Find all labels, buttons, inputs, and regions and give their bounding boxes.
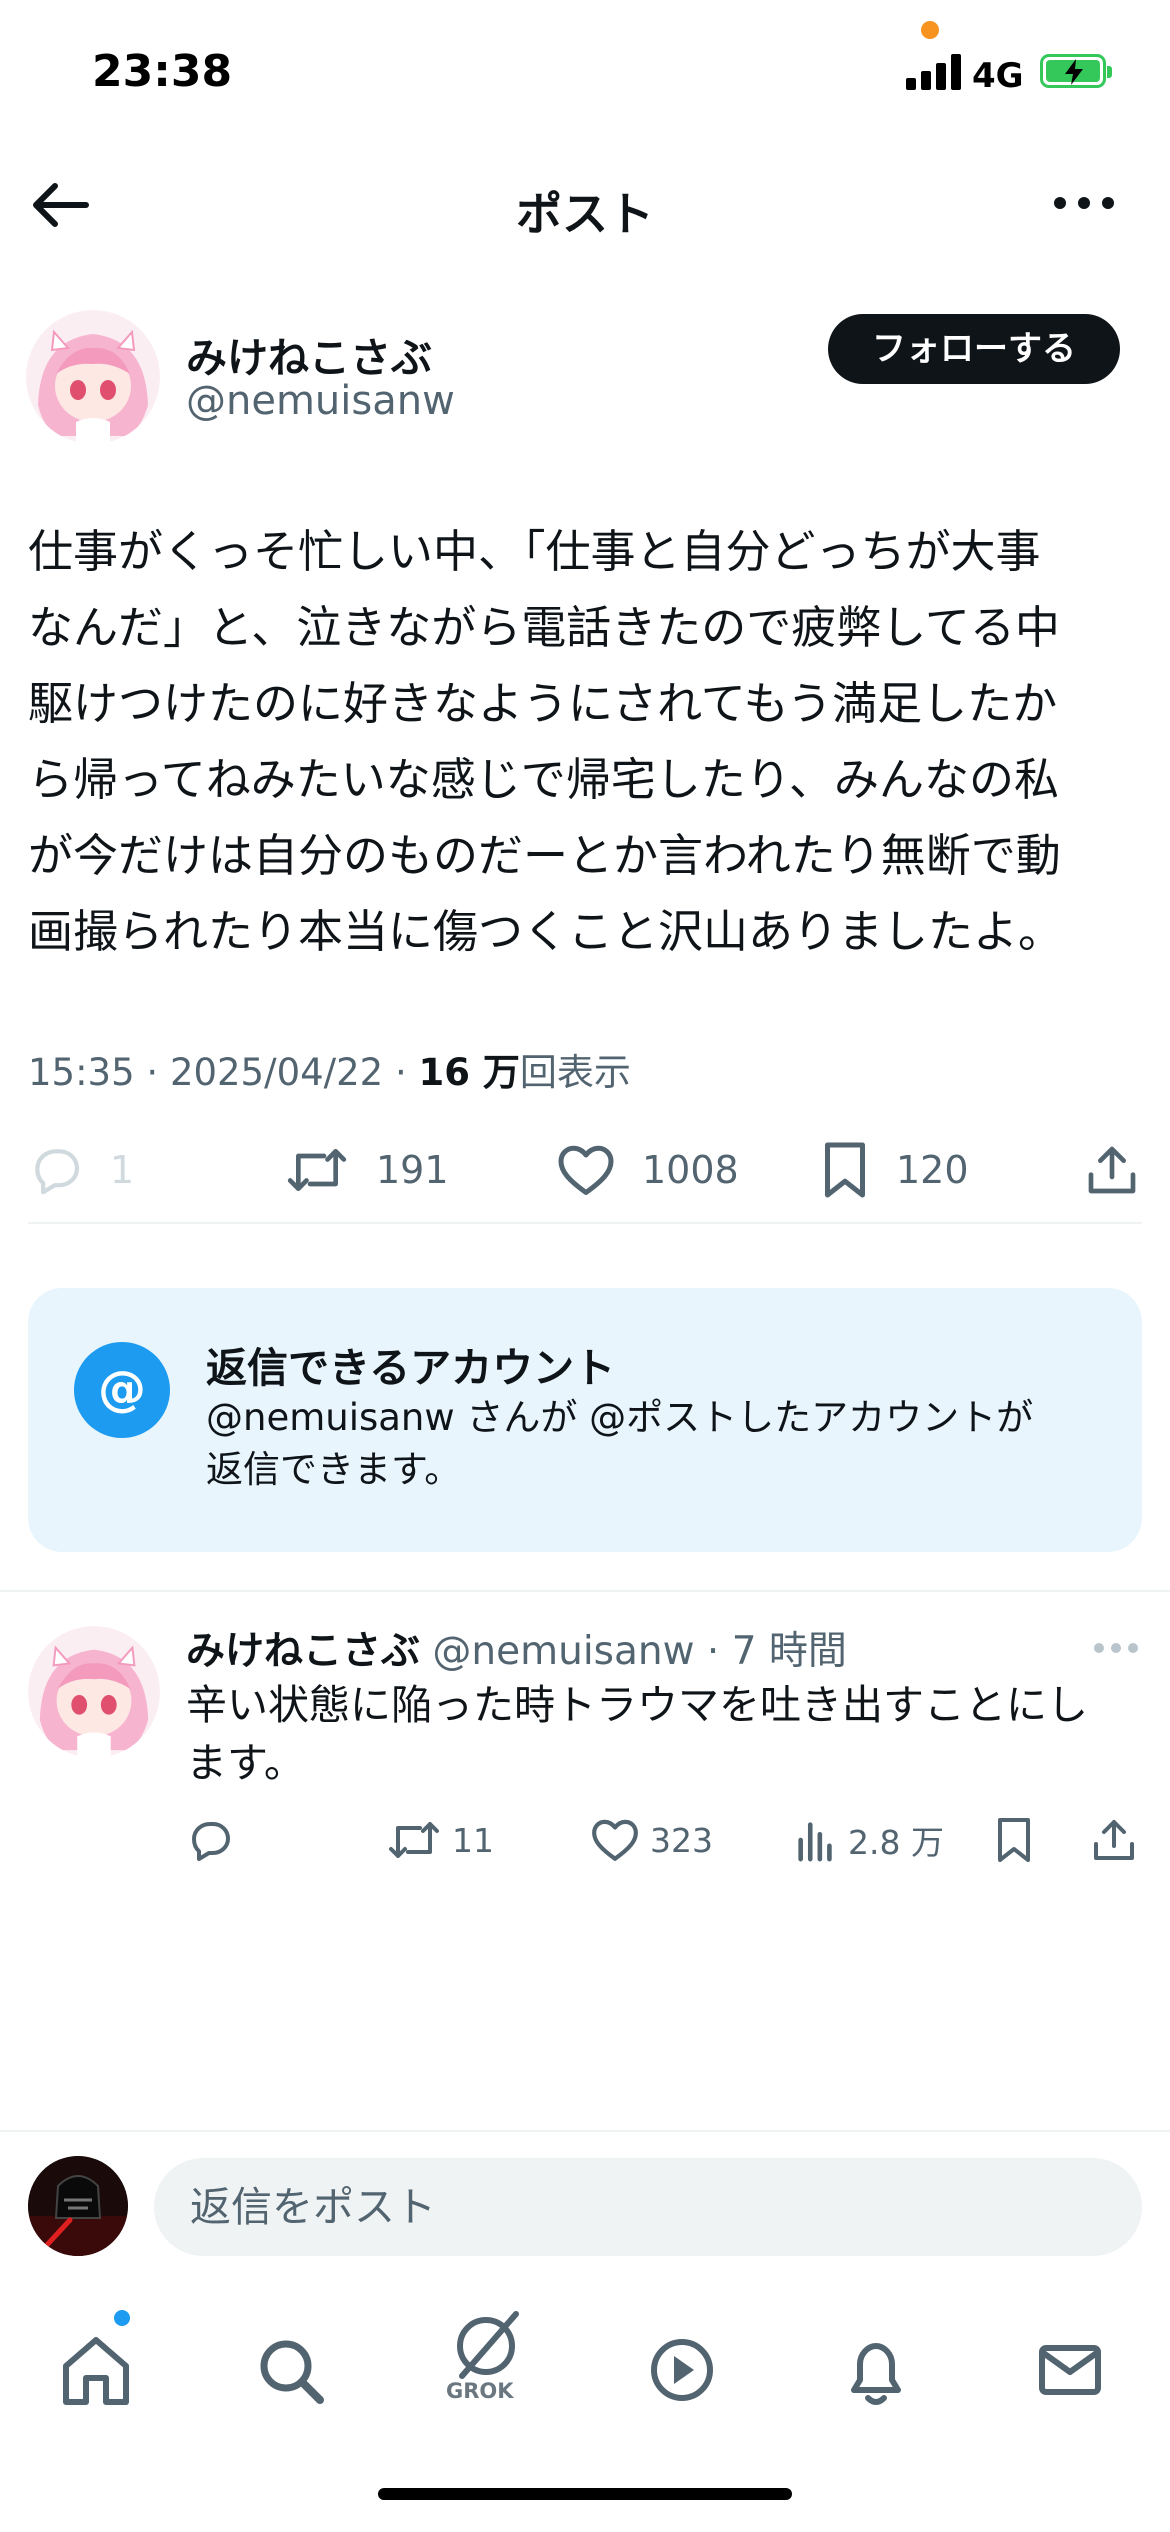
reply-like-action[interactable]: 323 — [590, 1810, 713, 1870]
reply-more-button[interactable] — [1092, 1640, 1140, 1654]
view-count[interactable]: 16 万 — [419, 1051, 520, 1094]
bookmark-icon — [825, 1142, 865, 1198]
nav-notifications[interactable] — [826, 2320, 926, 2420]
bookmark-icon — [998, 1818, 1030, 1862]
nav-video[interactable] — [632, 2320, 732, 2420]
section-divider — [0, 1590, 1170, 1592]
reply-text-line: ます。 — [186, 1739, 305, 1787]
reply-author-handle[interactable]: @nemuisanw — [432, 1629, 694, 1674]
reply-author-name[interactable]: みけねこさぶ — [186, 1629, 420, 1674]
search-icon — [260, 2340, 324, 2404]
reply-icon — [35, 1149, 80, 1195]
views-icon — [798, 1822, 832, 1862]
more-options-button[interactable] — [1052, 188, 1116, 218]
signal-icon — [906, 54, 962, 90]
reply-count: 1 — [110, 1148, 135, 1192]
reply-repost-count: 11 — [452, 1820, 494, 1860]
reply-input[interactable]: 返信をポスト — [154, 2158, 1142, 2256]
like-count: 1008 — [642, 1148, 739, 1192]
video-icon — [651, 2339, 713, 2401]
repost-count: 191 — [376, 1148, 449, 1192]
post-text-line: なんだ」と、泣きながら電話きたので疲弊してる中 — [28, 601, 1060, 654]
share-icon — [1088, 1146, 1136, 1194]
repost-action[interactable]: 191 — [284, 1130, 449, 1210]
post-text: 仕事がくっそ忙しい中、「仕事と自分どっちが大事 なんだ」と、泣きながら電話きたの… — [28, 514, 1148, 970]
status-bar: 23:38 4G — [0, 0, 1170, 140]
view-count-label: 回表示 — [519, 1051, 631, 1094]
mail-icon — [1039, 2345, 1101, 2395]
bookmark-count: 120 — [896, 1148, 969, 1192]
at-icon: @ — [74, 1342, 170, 1438]
post-date: 2025/04/22 — [169, 1051, 384, 1094]
more-icon — [1054, 197, 1114, 209]
reply-text: 辛い状態に陥った時トラウマを吐き出すことにし ます。 — [186, 1676, 1136, 1792]
bottom-nav — [0, 2280, 1170, 2480]
repost-icon — [287, 1149, 347, 1191]
card-text-line: 返信できます。 — [206, 1448, 462, 1491]
repost-icon — [389, 1822, 439, 1858]
nav-search[interactable] — [240, 2320, 340, 2420]
reply-views-action[interactable]: 2.8 万 — [794, 1810, 944, 1870]
reply-repost-action[interactable]: 11 — [386, 1810, 494, 1870]
post-meta: 15:35 · 2025/04/22 · 16 万回表示 — [28, 1051, 631, 1094]
nav-messages[interactable] — [1020, 2320, 1120, 2420]
divider — [28, 1222, 1142, 1224]
author-name[interactable]: みけねこさぶ — [186, 324, 432, 384]
reply-text-line: 辛い状態に陥った時トラウマを吐き出すことにし — [186, 1681, 1088, 1729]
grok-label: GROK — [446, 2379, 514, 2403]
reply-age: 7 時間 — [731, 1629, 847, 1674]
reply-author-avatar[interactable] — [28, 1626, 160, 1758]
post-text-line: ら帰ってねみたいな感じで帰宅したり、みんなの私 — [28, 753, 1059, 806]
bookmark-action[interactable]: 120 — [820, 1130, 969, 1210]
reply-reply-action[interactable] — [186, 1810, 244, 1870]
like-icon — [592, 1819, 638, 1861]
home-icon — [63, 2337, 129, 2405]
status-time: 23:38 — [92, 46, 233, 97]
post-time: 15:35 — [28, 1051, 135, 1094]
card-title: 返信できるアカウント — [206, 1344, 616, 1392]
page-title: ポスト — [516, 187, 654, 241]
reply-bookmark-action[interactable] — [994, 1810, 1044, 1870]
my-avatar[interactable] — [28, 2156, 128, 2256]
reply-view-count: 2.8 万 — [848, 1823, 944, 1862]
post-text-line: 駆けつけたのに好きなようにされてもう満足したか — [28, 677, 1058, 730]
reply-header: みけねこさぶ @nemuisanw · 7 時間 — [186, 1629, 847, 1674]
post-text-line: が今だけは自分のものだーとか言われたり無断で動 — [28, 829, 1061, 882]
compose-divider — [0, 2130, 1170, 2132]
author-handle[interactable]: @nemuisanw — [186, 378, 455, 424]
network-label: 4G — [972, 56, 1024, 96]
bell-icon — [851, 2343, 901, 2405]
reply-like-count: 323 — [650, 1820, 713, 1860]
post-text-line: 仕事がくっそ忙しい中、「仕事と自分どっちが大事 — [28, 525, 1041, 578]
post-text-line: 画撮られたり本当に傷つくこと沢山ありましたよ。 — [28, 905, 1064, 958]
like-icon — [558, 1145, 614, 1195]
reply-icon — [192, 1822, 230, 1861]
like-action[interactable]: 1008 — [556, 1130, 739, 1210]
reply-actions: 11 323 2.8 万 — [186, 1810, 1146, 1870]
card-text: @nemuisanw さんが @ポストしたアカウントが 返信できます。 — [206, 1392, 1106, 1496]
nav-home[interactable] — [46, 2320, 146, 2420]
more-icon — [1094, 1643, 1138, 1653]
reply-permissions-card: @ 返信できるアカウント @nemuisanw さんが @ポストしたアカウントが… — [28, 1288, 1142, 1552]
battery-icon — [1040, 54, 1112, 88]
share-icon — [1094, 1820, 1134, 1860]
reply-action[interactable]: 1 — [28, 1130, 134, 1210]
post-actions: 1 191 1008 120 — [28, 1130, 1144, 1210]
home-indicator[interactable] — [378, 2488, 792, 2500]
share-action[interactable] — [1084, 1130, 1166, 1210]
follow-button[interactable]: フォローする — [828, 314, 1120, 384]
privacy-indicator-dot — [921, 21, 939, 39]
home-notification-dot — [114, 2310, 130, 2326]
card-text-line: @nemuisanw さんが @ポストしたアカウントが — [206, 1396, 1034, 1439]
author-avatar[interactable] — [26, 310, 160, 444]
reply-share-action[interactable] — [1090, 1810, 1148, 1870]
top-bar: ポスト — [0, 160, 1170, 250]
